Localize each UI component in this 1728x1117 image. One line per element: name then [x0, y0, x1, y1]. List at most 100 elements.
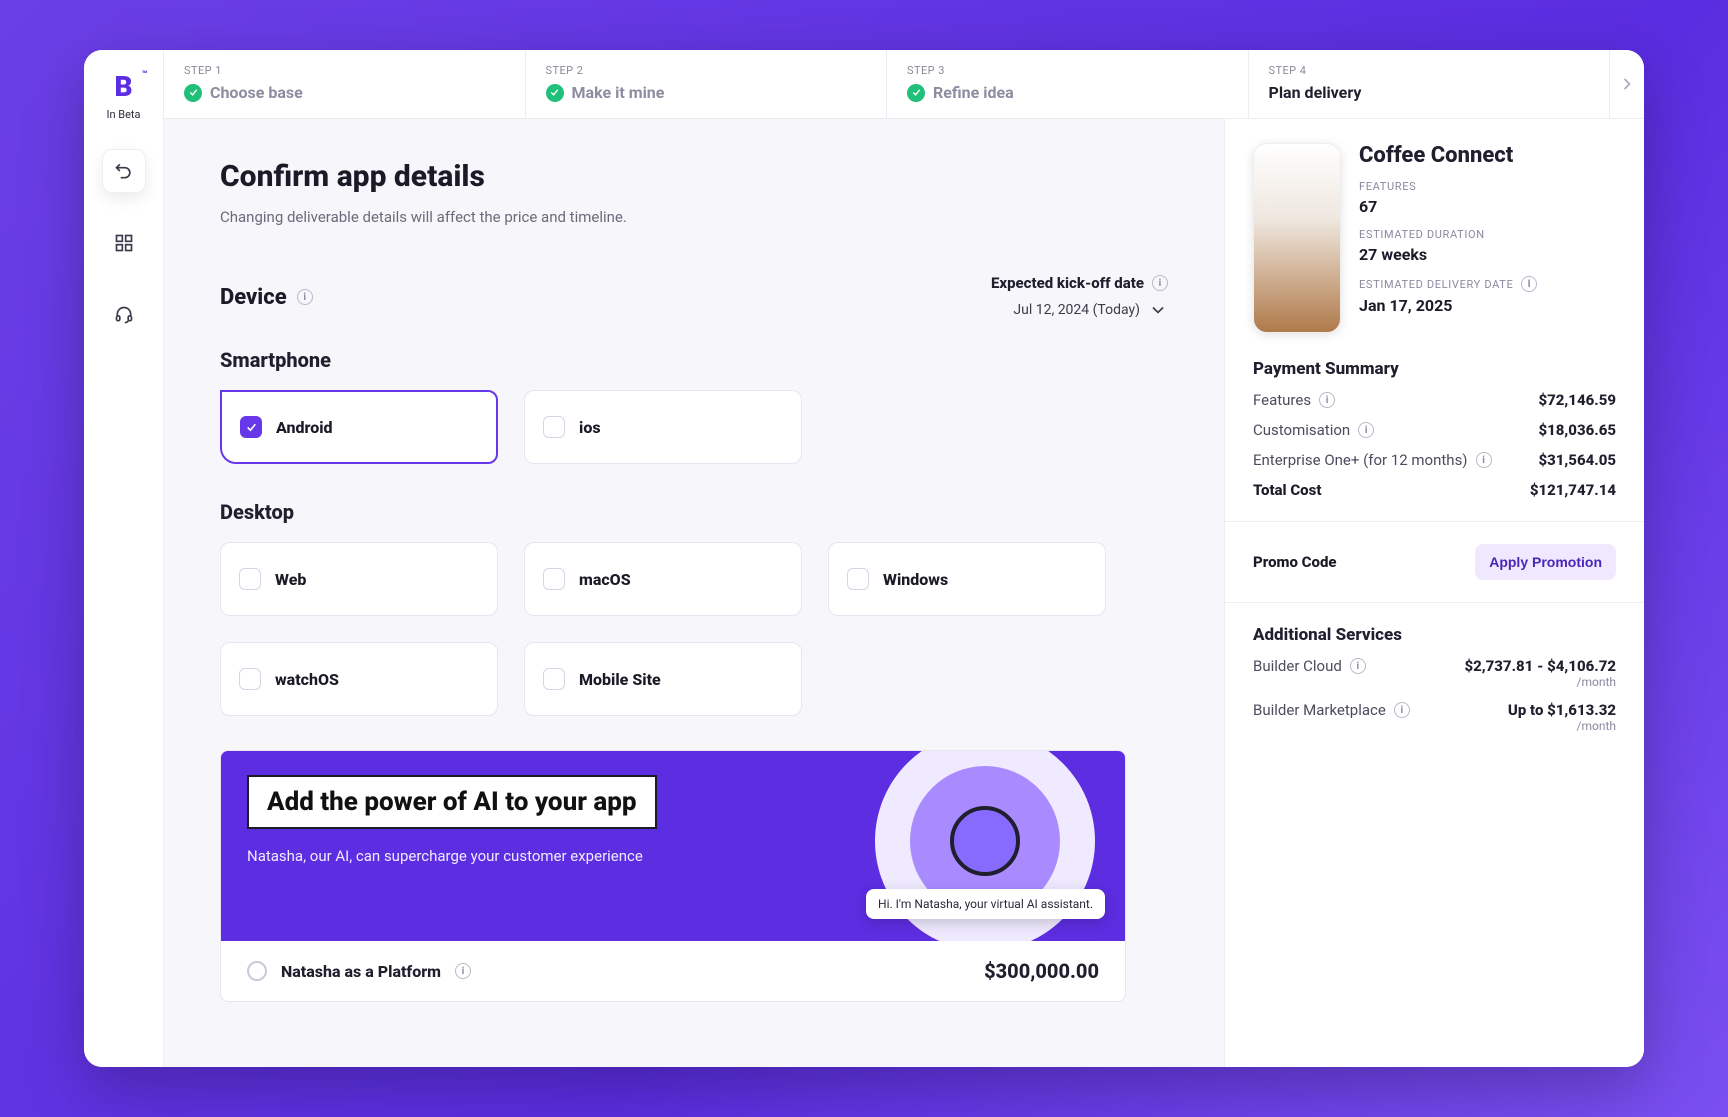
undo-icon: [114, 161, 134, 181]
stepper: STEP 1 Choose base STEP 2 Make it mine S…: [164, 50, 1644, 119]
device-name: Android: [276, 418, 333, 437]
smartphone-heading: Smartphone: [220, 348, 1168, 372]
payment-summary-title: Payment Summary: [1253, 359, 1616, 379]
line-value: $18,036.65: [1538, 421, 1616, 439]
checkbox[interactable]: [543, 568, 565, 590]
step-1[interactable]: STEP 1 Choose base: [164, 50, 526, 118]
device-card-android[interactable]: Android: [220, 390, 498, 464]
step-1-label: STEP 1: [184, 64, 505, 77]
step-4-label: STEP 4: [1269, 64, 1590, 77]
total-label: Total Cost: [1253, 481, 1321, 499]
features-label: FEATURES: [1359, 180, 1537, 193]
checkbox[interactable]: [543, 416, 565, 438]
device-card-watchos[interactable]: watchOS: [220, 642, 498, 716]
divider: [1225, 602, 1644, 603]
grid-icon: [114, 233, 134, 253]
promo-label: Promo Code: [1253, 553, 1337, 571]
summary-pane: Coffee Connect FEATURES 67 ESTIMATED DURA…: [1224, 119, 1644, 1067]
phone-mockup: [1253, 143, 1341, 333]
device-card-web[interactable]: Web: [220, 542, 498, 616]
apply-promotion-button[interactable]: Apply Promotion: [1475, 544, 1616, 580]
service-value: Up to $1,613.32: [1508, 701, 1616, 719]
info-icon[interactable]: i: [455, 963, 471, 979]
left-sidebar: B ™ In Beta: [84, 50, 164, 1067]
info-icon[interactable]: i: [1521, 276, 1537, 292]
grid-button[interactable]: [102, 221, 146, 265]
main-area: STEP 1 Choose base STEP 2 Make it mine S…: [164, 50, 1644, 1067]
checkbox-checked[interactable]: [240, 416, 262, 438]
checkbox[interactable]: [239, 568, 261, 590]
checkbox[interactable]: [543, 668, 565, 690]
checkbox[interactable]: [239, 668, 261, 690]
checkbox[interactable]: [847, 568, 869, 590]
line-label: Enterprise One+ (for 12 months): [1253, 451, 1468, 469]
ai-option-radio[interactable]: [247, 961, 267, 981]
step-4[interactable]: STEP 4 Plan delivery: [1249, 50, 1611, 118]
info-icon[interactable]: i: [1476, 452, 1492, 468]
service-label: Builder Marketplace: [1253, 701, 1386, 719]
brand-tm: ™: [142, 70, 148, 80]
info-icon[interactable]: i: [1319, 392, 1335, 408]
step-1-title: Choose base: [210, 83, 303, 102]
page-title: Confirm app details: [220, 159, 1168, 194]
device-card-ios[interactable]: ios: [524, 390, 802, 464]
features-value: 67: [1359, 197, 1537, 216]
brand-subtitle: In Beta: [106, 108, 140, 121]
ai-title: Add the power of AI to your app: [247, 775, 657, 829]
left-pane: Confirm app details Changing deliverable…: [164, 119, 1224, 1067]
content: Confirm app details Changing deliverable…: [164, 119, 1644, 1067]
ai-option-price: $300,000.00: [984, 959, 1099, 983]
support-button[interactable]: [102, 293, 146, 337]
chevron-right-icon: [1617, 74, 1637, 94]
ai-banner-top: Add the power of AI to your app Natasha,…: [221, 751, 1125, 941]
device-card-windows[interactable]: Windows: [828, 542, 1106, 616]
service-per: /month: [1253, 675, 1616, 689]
step-3-label: STEP 3: [907, 64, 1228, 77]
desktop-heading: Desktop: [220, 500, 1168, 524]
delivery-label: ESTIMATED DELIVERY DATE: [1359, 278, 1513, 291]
headset-icon: [114, 305, 134, 325]
kickoff: Expected kick-off date i Jul 12, 2024 (To…: [991, 274, 1168, 320]
brand-letter: B ™: [106, 68, 142, 104]
step-2[interactable]: STEP 2 Make it mine: [526, 50, 888, 118]
line-label: Customisation: [1253, 421, 1350, 439]
check-icon: [907, 84, 925, 102]
kickoff-label: Expected kick-off date: [991, 274, 1144, 292]
device-name: Windows: [883, 570, 948, 589]
delivery-value: Jan 17, 2025: [1359, 296, 1537, 315]
device-name: Web: [275, 570, 306, 589]
divider: [1225, 521, 1644, 522]
device-card-macos[interactable]: macOS: [524, 542, 802, 616]
service-value: $2,737.81 - $4,106.72: [1464, 657, 1616, 675]
service-per: /month: [1253, 719, 1616, 733]
total-value: $121,747.14: [1530, 481, 1616, 499]
device-name: macOS: [579, 570, 631, 589]
project-name: Coffee Connect: [1359, 143, 1537, 168]
device-name: ios: [579, 418, 601, 437]
step-2-label: STEP 2: [546, 64, 867, 77]
page-subtitle: Changing deliverable details will affect…: [220, 208, 1168, 226]
step-3-title: Refine idea: [933, 83, 1014, 102]
line-value: $31,564.05: [1538, 451, 1616, 469]
ai-banner: Add the power of AI to your app Natasha,…: [220, 750, 1126, 1002]
smartphone-cards: Android ios: [220, 390, 1168, 464]
stepper-next[interactable]: [1610, 50, 1644, 118]
step-3[interactable]: STEP 3 Refine idea: [887, 50, 1249, 118]
info-icon[interactable]: i: [1358, 422, 1374, 438]
info-icon[interactable]: i: [1152, 275, 1168, 291]
additional-services-title: Additional Services: [1253, 625, 1616, 645]
duration-label: ESTIMATED DURATION: [1359, 228, 1537, 241]
brand-letter-text: B: [114, 70, 132, 103]
info-icon[interactable]: i: [1350, 658, 1366, 674]
device-card-mobile-site[interactable]: Mobile Site: [524, 642, 802, 716]
info-icon[interactable]: i: [297, 289, 313, 305]
device-name: Mobile Site: [579, 670, 661, 689]
line-label: Features: [1253, 391, 1311, 409]
ai-banner-bottom: Natasha as a Platform i $300,000.00: [221, 941, 1125, 1001]
undo-button[interactable]: [102, 149, 146, 193]
check-icon: [184, 84, 202, 102]
info-icon[interactable]: i: [1394, 702, 1410, 718]
step-4-title: Plan delivery: [1269, 83, 1362, 102]
ai-subtitle: Natasha, our AI, can supercharge your cu…: [247, 847, 667, 865]
kickoff-date[interactable]: Jul 12, 2024 (Today): [991, 300, 1168, 320]
